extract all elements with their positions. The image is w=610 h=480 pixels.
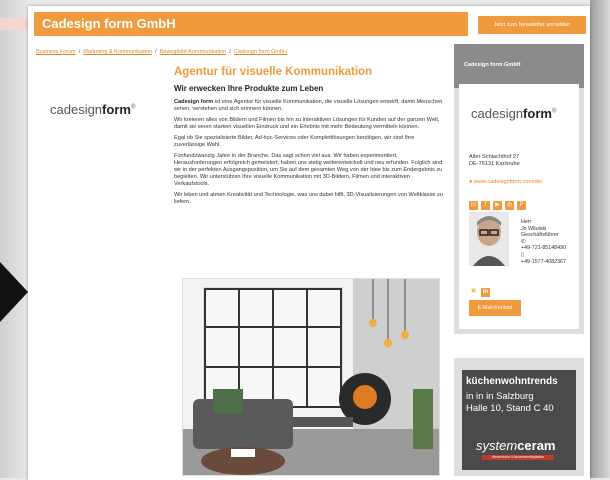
logo-mark: ® bbox=[551, 108, 557, 115]
email-contact-button[interactable]: E-Mail-Kontakt bbox=[469, 300, 521, 316]
company-title: Cadesign form GmbH bbox=[42, 16, 176, 31]
paragraph-4: Fünfundzwanzig Jahre in der Branche. Das… bbox=[174, 153, 443, 187]
sidebar-header: Cadesign form GmbH bbox=[454, 44, 584, 88]
advertisement-box: küchenwohntrends in in in Salzburg Halle… bbox=[454, 358, 584, 476]
logo-text-form: form bbox=[102, 102, 131, 117]
brand-text-system: system bbox=[476, 438, 518, 453]
youtube-icon[interactable]: ▶ bbox=[493, 201, 502, 210]
xing-icon[interactable]: ✕ bbox=[469, 287, 478, 296]
contact-salutation: Herr bbox=[521, 219, 532, 225]
company-logo: cadesignform® bbox=[50, 102, 135, 117]
address-city: DE-76131 Karlsruhe bbox=[469, 161, 520, 167]
breadcrumb-separator: / bbox=[155, 49, 157, 55]
living-room-illustration bbox=[183, 279, 439, 475]
intro-paragraph: Cadesign form ist eine Agentur für visue… bbox=[174, 99, 444, 113]
breadcrumb: Business Forum / Marketing & Kommunikation… bbox=[36, 49, 287, 55]
globe-icon: ● bbox=[469, 179, 473, 185]
logo-text-cadesign: cadesign bbox=[50, 102, 103, 117]
interior-render-image bbox=[182, 278, 440, 476]
main-content: Agentur für visuelle Kommunikation Wir e… bbox=[174, 66, 444, 210]
page-title: Agentur für visuelle Kommunikation bbox=[174, 66, 373, 78]
breadcrumb-separator: / bbox=[229, 49, 231, 55]
company-card: cadesignform® Alter Schlachthof 27 DE-76… bbox=[459, 84, 579, 329]
ad-text: in in in Salzburg Halle 10, Stand C 40 bbox=[466, 391, 554, 415]
logo-text-cadesign: cadesign bbox=[471, 106, 524, 121]
ad-headline: küchenwohntrends bbox=[466, 376, 558, 387]
linkedin-icon[interactable]: in bbox=[481, 288, 490, 297]
contact-role: Geschäftsführer bbox=[521, 232, 559, 239]
social-icons: in f ▶ ◎ P bbox=[469, 193, 529, 211]
left-stripe bbox=[0, 18, 28, 30]
website-url[interactable]: www.cadesignform.com/de/ bbox=[474, 179, 542, 185]
breadcrumb-link-business-forum[interactable]: Business Forum bbox=[36, 49, 76, 55]
logo-mark: ® bbox=[130, 104, 136, 111]
newsletter-button[interactable]: Jetzt zum Newsletter anmelden bbox=[478, 16, 586, 34]
ad-location: in in in Salzburg bbox=[466, 391, 534, 402]
ad-stand: Halle 10, Stand C 40 bbox=[466, 403, 554, 414]
paragraph-5: Wir leben und atmen Kreativität und Tech… bbox=[174, 192, 443, 205]
systemceram-logo: systemceram bbox=[476, 438, 555, 453]
linkedin-icon[interactable]: in bbox=[469, 201, 478, 210]
contact-name: Jo Witulski bbox=[521, 225, 547, 232]
paragraph-3: Egal ob Sie spezialisierte Bilder, Ad-ho… bbox=[174, 135, 415, 148]
left-shadow bbox=[0, 0, 28, 478]
logo-text-form: form bbox=[523, 106, 552, 121]
systemceram-ad[interactable]: küchenwohntrends in in in Salzburg Halle… bbox=[462, 370, 576, 470]
intro-company-name: Cadesign form bbox=[174, 99, 214, 105]
breadcrumb-link-bewegtbild[interactable]: Bewegtbild-Kommunikation bbox=[160, 49, 227, 55]
arrow-pointer-icon bbox=[0, 262, 28, 322]
website-link[interactable]: ● www.cadesignform.com/de/ bbox=[469, 179, 542, 185]
intro-text: ist eine Agentur für visuelle Kommunikat… bbox=[174, 99, 443, 112]
sidebar-company-logo: cadesignform® bbox=[471, 106, 556, 121]
contact-person-info: Herr Jo Witulski Geschäftsführer ✆ +49-7… bbox=[521, 219, 566, 265]
contact-social-icons: ✕ in bbox=[469, 280, 493, 298]
page-subtitle: Wir erwecken Ihre Produkte zum Leben bbox=[174, 84, 324, 93]
breadcrumb-link-current[interactable]: Cadesign form GmbH bbox=[234, 49, 287, 55]
page: Cadesign form GmbH Jetzt zum Newsletter … bbox=[28, 6, 590, 480]
paragraph-2: Wir kreieren alles von Bildern und Filme… bbox=[174, 117, 440, 130]
sidebar-title: Cadesign form GmbH bbox=[464, 62, 521, 68]
mobile-icon: ▯ bbox=[521, 251, 524, 258]
contact-person-photo bbox=[469, 212, 509, 266]
brand-text-ceram: ceram bbox=[517, 438, 556, 453]
instagram-icon[interactable]: ◎ bbox=[505, 201, 514, 210]
address-street: Alter Schlachthof 27 bbox=[469, 154, 520, 160]
pinterest-icon[interactable]: P bbox=[517, 201, 526, 210]
company-address: Alter Schlachthof 27 DE-76131 Karlsruhe bbox=[469, 154, 520, 168]
breadcrumb-link-marketing[interactable]: Marketing & Kommunikation bbox=[83, 49, 152, 55]
brand-tagline: Keramische Küchenarbeitsplatten bbox=[482, 455, 554, 460]
phone-icon: ✆ bbox=[521, 238, 526, 245]
breadcrumb-separator: / bbox=[78, 49, 81, 55]
facebook-icon[interactable]: f bbox=[481, 201, 490, 210]
right-shadow bbox=[590, 0, 610, 478]
company-sidebar: Cadesign form GmbH cadesignform® Alter S… bbox=[454, 44, 584, 334]
company-header-bar: Cadesign form GmbH bbox=[34, 12, 468, 36]
contact-phone[interactable]: +49-721-85148490 bbox=[521, 245, 566, 252]
contact-mobile[interactable]: +49-1577-4082367 bbox=[521, 259, 566, 266]
